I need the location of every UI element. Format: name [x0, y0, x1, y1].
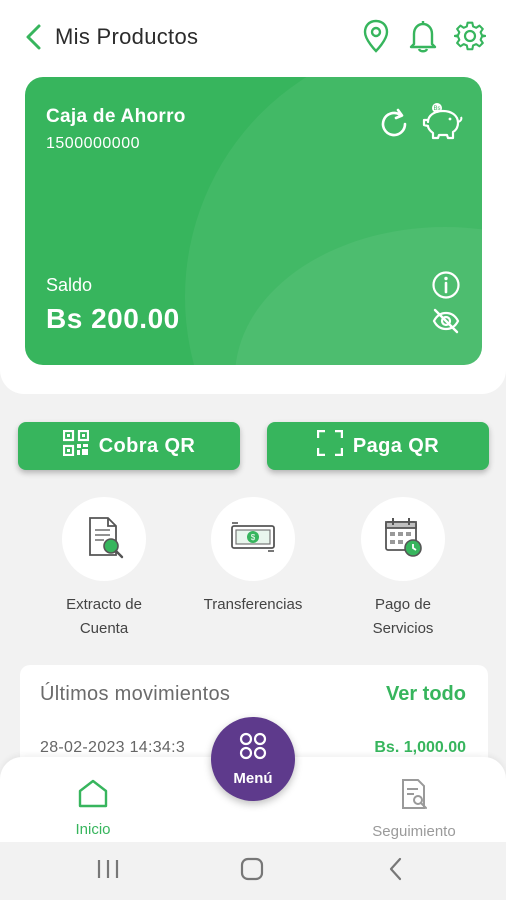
calendar-payment-icon [381, 515, 425, 564]
quick-action-label: Extracto de Cuenta [66, 596, 142, 637]
system-navigation-bar [0, 842, 506, 900]
notifications-button[interactable] [406, 20, 440, 56]
toggle-balance-visibility-button[interactable] [430, 307, 462, 339]
account-name: Caja de Ahorro [46, 106, 186, 127]
svg-text:$: $ [251, 533, 256, 542]
paga-qr-label: Paga QR [352, 434, 440, 457]
nav-label-inicio: Inicio [75, 821, 111, 838]
back-button[interactable] [18, 22, 48, 56]
movements-title: Últimos movimientos [40, 683, 231, 705]
qr-scan-icon [316, 429, 344, 462]
nav-item-inicio[interactable]: Inicio [33, 778, 153, 838]
balance-value: Bs 200.00 [46, 303, 180, 334]
home-icon [77, 778, 109, 813]
account-statement-icon [82, 515, 126, 564]
account-card[interactable]: Caja de Ahorro 1500000000 Bs Saldo Bs 20… [25, 77, 482, 365]
quick-action-circle: $ [211, 497, 295, 581]
quick-action-pago-servicios[interactable]: Pago de Servicios [328, 497, 478, 641]
refresh-icon [378, 108, 410, 145]
home-square-icon [239, 856, 265, 887]
money-transfer-icon: $ [229, 520, 277, 559]
quick-action-circle [361, 497, 445, 581]
refresh-button[interactable] [376, 108, 412, 144]
eye-off-icon [431, 306, 461, 341]
quick-action-circle [62, 497, 146, 581]
recent-apps-button[interactable] [88, 854, 128, 888]
see-all-link[interactable]: Ver todo [386, 683, 466, 706]
balance-label: Saldo [46, 275, 93, 295]
cobra-qr-label: Cobra QR [98, 434, 196, 457]
quick-action-label: Pago de Servicios [372, 596, 434, 637]
settings-button[interactable] [453, 20, 487, 56]
back-system-button[interactable] [376, 854, 416, 888]
svg-text:Bs: Bs [433, 106, 440, 112]
cobra-qr-button[interactable]: Cobra QR [18, 422, 240, 470]
menu-button[interactable]: Menú [211, 717, 295, 801]
movement-amount: Bs. 1,000.00 [374, 739, 466, 756]
qr-code-icon [62, 429, 89, 462]
quick-action-label: Transferencias [203, 596, 303, 613]
grid-dots-icon [238, 731, 268, 766]
quick-action-extracto[interactable]: Extracto de Cuenta [29, 497, 179, 641]
back-arrow-icon [24, 23, 42, 56]
savings-badge: Bs [419, 102, 465, 148]
nav-label-seguimiento: Seguimiento [372, 823, 456, 840]
location-pin-icon [362, 19, 390, 58]
nav-item-seguimiento[interactable]: Seguimiento [354, 778, 474, 840]
menu-label: Menú [233, 770, 273, 787]
tracking-document-icon [399, 778, 429, 815]
location-button[interactable] [359, 19, 393, 58]
movement-date: 28-02-2023 14:34:3 [40, 739, 186, 756]
bell-icon [408, 19, 438, 58]
quick-action-transferencias[interactable]: $ Transferencias [178, 497, 328, 617]
app-header: Mis Productos [0, 0, 506, 76]
recent-apps-icon [95, 857, 121, 886]
gear-icon [453, 20, 487, 57]
info-button[interactable] [430, 270, 462, 305]
account-number: 1500000000 [46, 135, 140, 152]
chevron-left-icon [386, 856, 406, 887]
home-system-button[interactable] [232, 854, 272, 888]
page-title: Mis Productos [55, 24, 199, 49]
paga-qr-button[interactable]: Paga QR [267, 422, 489, 470]
info-icon [431, 270, 461, 305]
piggy-bank-icon: Bs [420, 102, 464, 149]
